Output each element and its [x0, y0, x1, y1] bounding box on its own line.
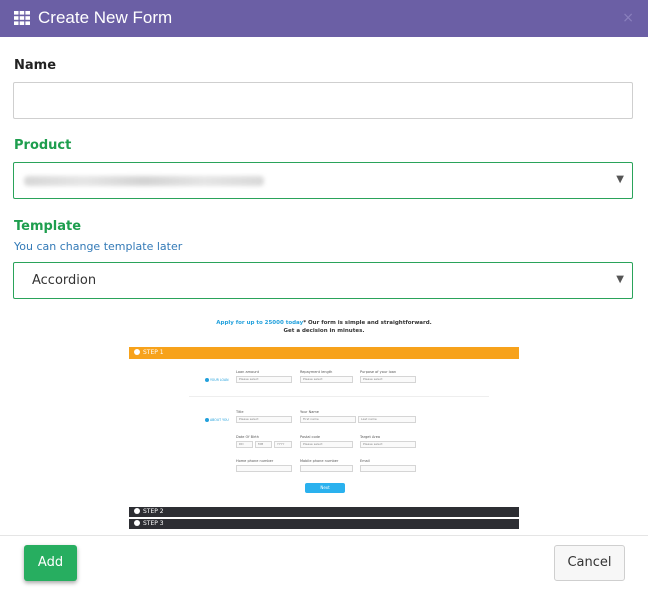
preview-label: Home phone number — [236, 459, 274, 463]
preview-label: Your Name — [300, 410, 319, 414]
preview-label: Purpose of your loan — [360, 370, 397, 374]
preview-headline-rest: * Our form is simple and straightforward… — [303, 320, 432, 326]
cancel-button[interactable]: Cancel — [554, 545, 625, 581]
section-dot-icon — [205, 378, 209, 382]
preview-label: Date Of Birth — [236, 435, 259, 439]
template-select[interactable]: Accordion ▼ — [13, 262, 633, 299]
step-dot-icon — [134, 349, 140, 355]
close-icon[interactable]: × — [622, 9, 634, 27]
product-value-redacted — [24, 176, 264, 186]
preview-label: Email — [360, 459, 370, 463]
footer-divider — [0, 535, 648, 536]
grid-icon — [14, 11, 30, 25]
dialog-header: Create New Form × — [0, 0, 648, 37]
preview-select: Please select — [236, 416, 292, 423]
template-preview: Apply for up to 25000 today* Our form is… — [129, 311, 519, 533]
preview-headline: Apply for up to 25000 today* Our form is… — [129, 319, 519, 335]
preview-step1-bar: STEP 1 — [129, 347, 519, 359]
chevron-down-icon: ▼ — [616, 174, 624, 185]
preview-headline-line2: Get a decision in minutes. — [283, 328, 365, 334]
preview-select: YYYY — [274, 441, 292, 448]
preview-select: Please select — [236, 376, 292, 383]
preview-input — [360, 465, 416, 472]
preview-input — [236, 465, 292, 472]
dialog-title: Create New Form — [38, 8, 173, 27]
preview-label: Title — [236, 410, 244, 414]
preview-step3-label: STEP 3 — [143, 520, 164, 527]
preview-label: Target Area — [360, 435, 380, 439]
preview-select: Please select — [360, 441, 416, 448]
step-dot-icon — [134, 508, 140, 514]
template-label: Template — [14, 219, 82, 234]
preview-select: Please select — [300, 376, 353, 383]
preview-headline-link: Apply for up to 25000 today — [216, 320, 304, 326]
preview-step3-bar: STEP 3 — [129, 519, 519, 529]
product-select[interactable]: ▼ — [13, 162, 633, 199]
preview-input — [300, 465, 353, 472]
preview-input: First name — [300, 416, 356, 423]
preview-step2-label: STEP 2 — [143, 508, 164, 515]
preview-select: MM — [255, 441, 272, 448]
product-label: Product — [14, 138, 72, 153]
template-hint: You can change template later — [14, 240, 183, 253]
preview-section-loan-label: YOUR LOAN — [210, 378, 229, 382]
preview-select: Please select — [300, 441, 353, 448]
chevron-down-icon: ▼ — [616, 274, 624, 285]
step-dot-icon — [134, 520, 140, 526]
template-value: Accordion — [32, 273, 97, 288]
preview-section-about-label: ABOUT YOU — [210, 418, 229, 422]
preview-label: Postal code — [300, 435, 320, 439]
preview-select: Please select — [360, 376, 416, 383]
name-label: Name — [14, 58, 57, 73]
preview-label: Repayment length — [300, 370, 333, 374]
preview-next-button: Next — [305, 483, 345, 493]
section-dot-icon — [205, 418, 209, 422]
preview-input: Last name — [358, 416, 416, 423]
preview-step1-label: STEP 1 — [143, 349, 164, 356]
preview-label: Mobile phone number — [300, 459, 339, 463]
preview-select: DD — [236, 441, 253, 448]
preview-section-loan: YOUR LOAN — [205, 378, 229, 382]
preview-step2-bar: STEP 2 — [129, 507, 519, 517]
preview-section-about: ABOUT YOU — [205, 418, 229, 422]
add-button[interactable]: Add — [24, 545, 77, 581]
preview-divider — [189, 396, 489, 397]
name-input[interactable] — [13, 82, 633, 119]
preview-label: Loan amount — [236, 370, 260, 374]
